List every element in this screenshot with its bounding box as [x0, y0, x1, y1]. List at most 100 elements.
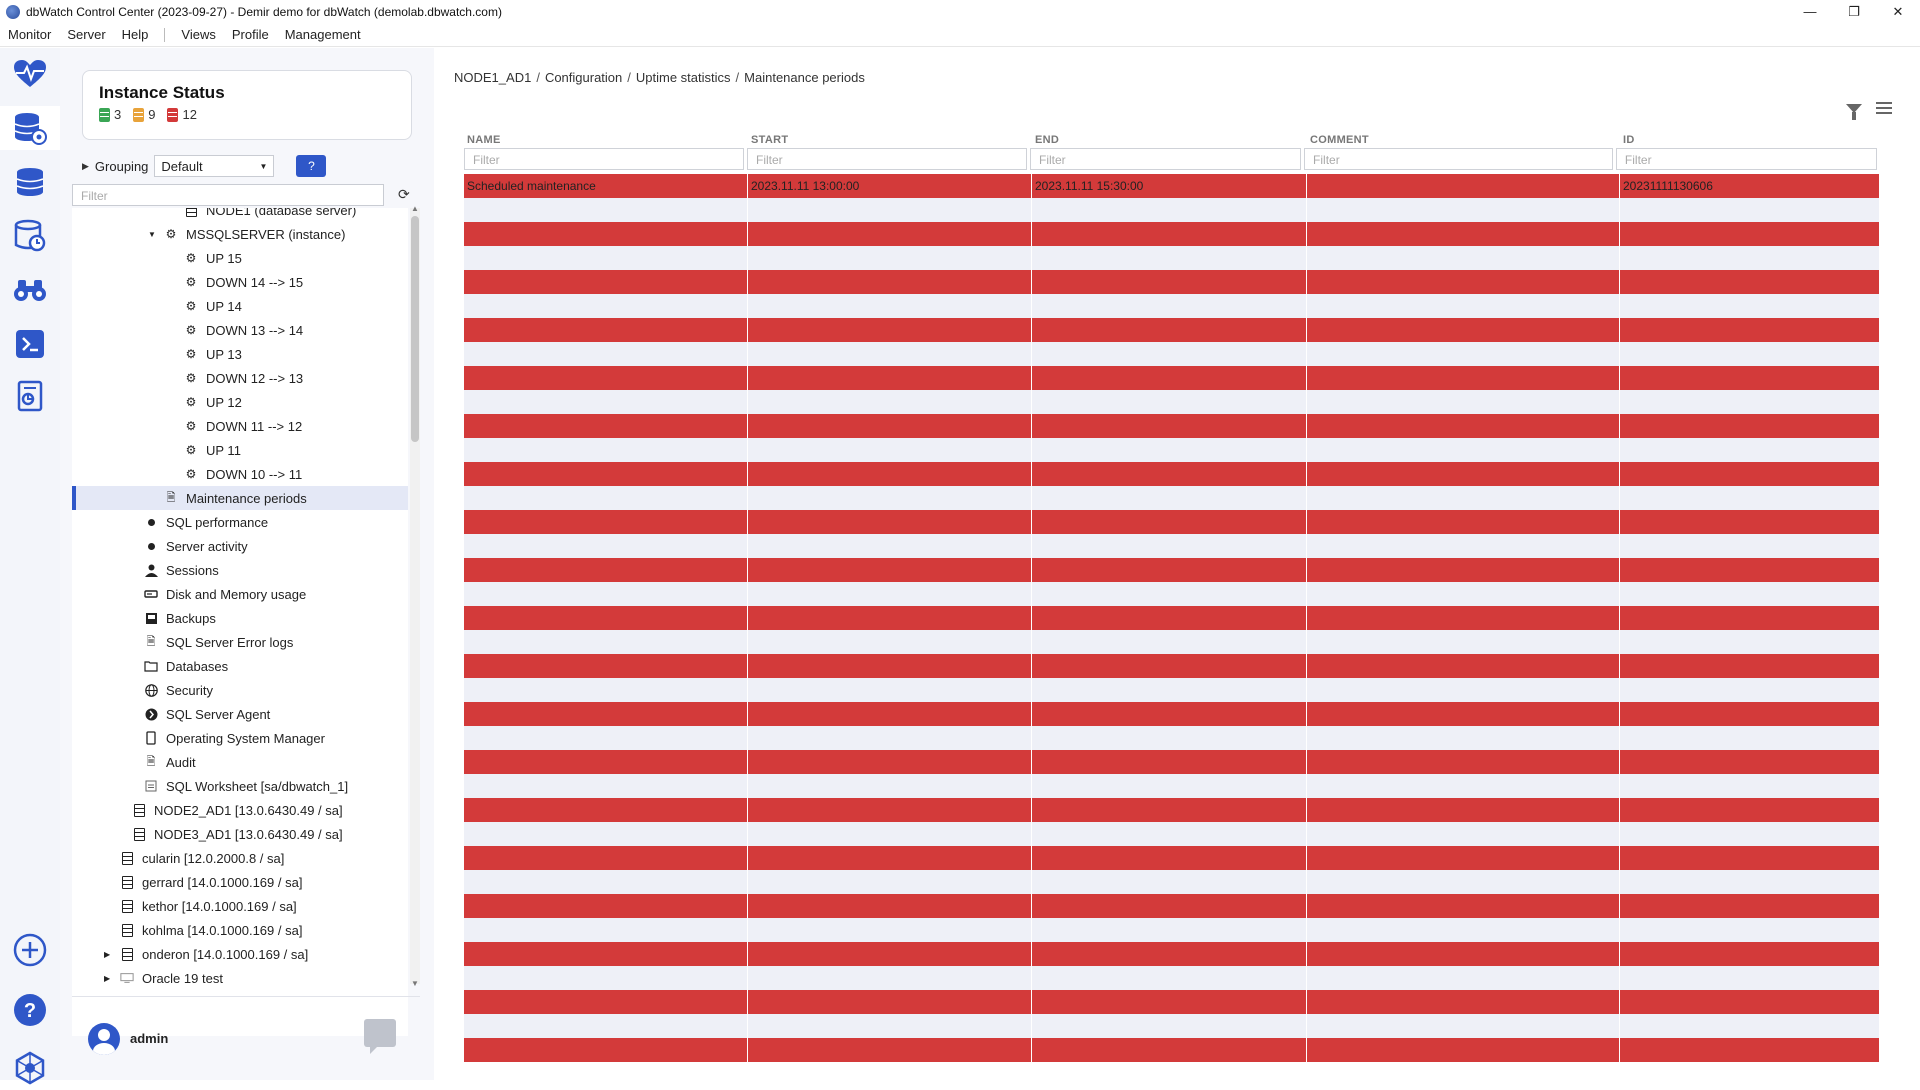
table-row[interactable]: [464, 342, 1880, 366]
end-filter-input[interactable]: Filter: [1030, 148, 1302, 170]
tree-item[interactable]: SQL Server Agent: [72, 702, 408, 726]
tree-item[interactable]: 🗎 Maintenance periods: [72, 486, 408, 510]
scroll-down-icon[interactable]: ▼: [410, 979, 420, 988]
tree-item[interactable]: Disk and Memory usage: [72, 582, 408, 606]
menu-views[interactable]: Views: [173, 27, 223, 42]
table-row[interactable]: [464, 270, 1880, 294]
comment-filter-input[interactable]: Filter: [1304, 148, 1613, 170]
breadcrumb-item[interactable]: Uptime statistics: [636, 70, 731, 85]
tree-item[interactable]: ⚙ UP 14: [72, 294, 408, 318]
breadcrumb-item[interactable]: Configuration: [545, 70, 622, 85]
expand-arrow-icon[interactable]: ▶: [104, 974, 114, 983]
tree-item[interactable]: NODE2_AD1 [13.0.6430.49 / sa]: [72, 798, 408, 822]
instance-status-card[interactable]: Instance Status 3 9 12: [82, 70, 412, 140]
database-stack-icon[interactable]: [8, 160, 52, 204]
tree-item[interactable]: ▶ onderon [14.0.1000.169 / sa]: [72, 942, 408, 966]
menu-icon[interactable]: [1876, 102, 1892, 114]
tree-item[interactable]: ▼ ⚙ MSSQLSERVER (instance): [72, 222, 408, 246]
table-row[interactable]: [464, 822, 1880, 846]
expand-arrow-icon[interactable]: ▶: [104, 950, 114, 959]
table-row[interactable]: [464, 750, 1880, 774]
tree-item[interactable]: Backups: [72, 606, 408, 630]
grouping-expand-icon[interactable]: ▶: [82, 161, 89, 172]
column-header-end[interactable]: END: [1032, 134, 1307, 146]
collapse-arrow-icon[interactable]: ▼: [148, 230, 158, 239]
table-row[interactable]: [464, 1038, 1880, 1062]
tree-item[interactable]: SQL Worksheet [sa/dbwatch_1]: [72, 774, 408, 798]
table-row[interactable]: [464, 966, 1880, 990]
table-row[interactable]: [464, 702, 1880, 726]
grouping-help-button[interactable]: ?: [296, 155, 327, 177]
database-clock-icon[interactable]: [8, 214, 52, 258]
tree-item[interactable]: ⚙ UP 15: [72, 246, 408, 270]
table-row[interactable]: [464, 774, 1880, 798]
tree-item[interactable]: ⚙ UP 12: [72, 390, 408, 414]
tree-filter-input[interactable]: Filter: [72, 184, 384, 206]
table-row[interactable]: [464, 606, 1880, 630]
restore-button[interactable]: ❐: [1832, 0, 1876, 23]
table-row[interactable]: [464, 582, 1880, 606]
table-row[interactable]: [464, 798, 1880, 822]
tree-item[interactable]: NODE3_AD1 [13.0.6430.49 / sa]: [72, 822, 408, 846]
tree-item[interactable]: 🗎 SQL Server Error logs: [72, 630, 408, 654]
table-row[interactable]: [464, 294, 1880, 318]
table-row[interactable]: [464, 438, 1880, 462]
id-filter-input[interactable]: Filter: [1615, 148, 1877, 170]
add-icon[interactable]: [8, 928, 52, 972]
tree-item[interactable]: cularin [12.0.2000.8 / sa]: [72, 846, 408, 870]
table-row[interactable]: [464, 222, 1880, 246]
column-header-name[interactable]: NAME: [464, 134, 748, 146]
filter-icon[interactable]: [1846, 103, 1862, 120]
tree-item[interactable]: ⚙ DOWN 10 --> 11: [72, 462, 408, 486]
heartbeat-icon[interactable]: [8, 52, 52, 96]
menu-profile[interactable]: Profile: [224, 27, 277, 42]
menu-server[interactable]: Server: [59, 27, 113, 42]
table-row[interactable]: [464, 870, 1880, 894]
tree-item[interactable]: Sessions: [72, 558, 408, 582]
tree-item[interactable]: Server activity: [72, 534, 408, 558]
help-icon[interactable]: ?: [8, 988, 52, 1032]
menu-monitor[interactable]: Monitor: [0, 27, 59, 42]
menu-help[interactable]: Help: [114, 27, 157, 42]
tree-item[interactable]: ⚙ UP 13: [72, 342, 408, 366]
table-row[interactable]: [464, 246, 1880, 270]
table-row[interactable]: [464, 630, 1880, 654]
column-header-start[interactable]: START: [748, 134, 1032, 146]
network-icon[interactable]: [8, 1046, 52, 1090]
tree-item[interactable]: ⚙ UP 11: [72, 438, 408, 462]
tree-scrollbar[interactable]: ▲ ▼: [410, 204, 420, 988]
tree-item[interactable]: ⚙ DOWN 13 --> 14: [72, 318, 408, 342]
table-row[interactable]: [464, 414, 1880, 438]
menu-management[interactable]: Management: [277, 27, 369, 42]
tree-item[interactable]: NODE1 (database server): [72, 208, 408, 222]
start-filter-input[interactable]: Filter: [747, 148, 1027, 170]
scroll-up-icon[interactable]: ▲: [410, 204, 420, 213]
refresh-icon[interactable]: ⟳: [398, 186, 410, 203]
tree-item[interactable]: ⚙ DOWN 12 --> 13: [72, 366, 408, 390]
tree-item[interactable]: Operating System Manager: [72, 726, 408, 750]
table-row[interactable]: Scheduled maintenance 2023.11.11 13:00:00…: [464, 174, 1880, 198]
tree-item[interactable]: ⚙ DOWN 11 --> 12: [72, 414, 408, 438]
tree-item[interactable]: kethor [14.0.1000.169 / sa]: [72, 894, 408, 918]
scrollbar-thumb[interactable]: [411, 216, 419, 442]
table-row[interactable]: [464, 678, 1880, 702]
table-row[interactable]: [464, 534, 1880, 558]
chat-icon[interactable]: [364, 1019, 396, 1054]
column-header-id[interactable]: ID: [1620, 134, 1880, 146]
report-icon[interactable]: [8, 374, 52, 418]
tree-item[interactable]: Security: [72, 678, 408, 702]
database-settings-icon[interactable]: [0, 106, 60, 150]
terminal-icon[interactable]: [8, 322, 52, 366]
tree-item[interactable]: ⚙ DOWN 14 --> 15: [72, 270, 408, 294]
grouping-select[interactable]: Default ▼: [154, 155, 275, 177]
table-row[interactable]: [464, 390, 1880, 414]
tree-item[interactable]: Databases: [72, 654, 408, 678]
tree-item[interactable]: gerrard [14.0.1000.169 / sa]: [72, 870, 408, 894]
table-row[interactable]: [464, 1014, 1880, 1038]
close-button[interactable]: ✕: [1876, 0, 1920, 23]
table-row[interactable]: [464, 654, 1880, 678]
table-row[interactable]: [464, 918, 1880, 942]
table-row[interactable]: [464, 942, 1880, 966]
table-row[interactable]: [464, 462, 1880, 486]
breadcrumb-item[interactable]: NODE1_AD1: [454, 70, 531, 85]
